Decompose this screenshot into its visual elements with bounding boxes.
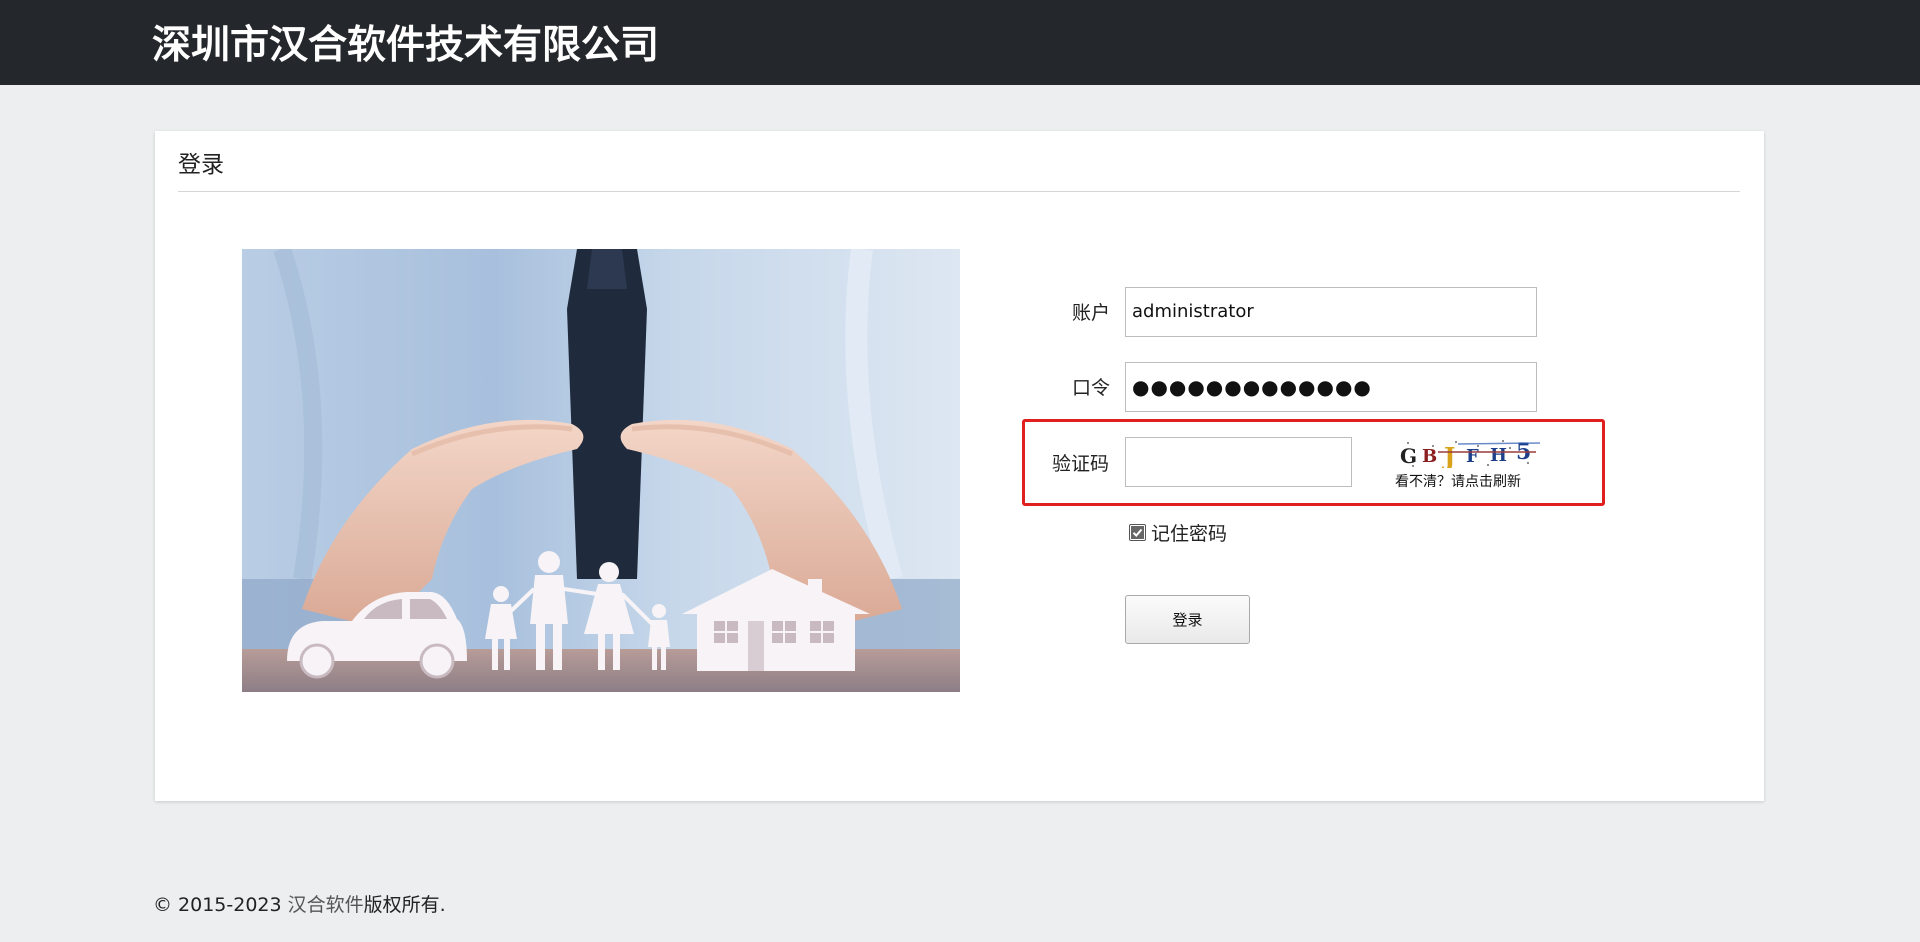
svg-text:J: J bbox=[1442, 442, 1455, 468]
svg-text:B: B bbox=[1422, 446, 1437, 467]
brand-link[interactable]: 汉合软件 bbox=[288, 894, 364, 916]
login-panel-title: 登录 bbox=[178, 152, 224, 178]
account-input[interactable]: administrator bbox=[1125, 287, 1537, 337]
captcha-refresh-link[interactable]: 看不清？请点击刷新 bbox=[1395, 471, 1521, 491]
svg-text:H: H bbox=[1490, 445, 1507, 466]
family-house-car-illustration bbox=[242, 249, 960, 692]
top-header-bar: 深圳市汉合软件技术有限公司 bbox=[0, 0, 1920, 85]
password-input[interactable]: ●●●●●●●●●●●●● bbox=[1125, 362, 1537, 412]
company-name: 深圳市汉合软件技术有限公司 bbox=[152, 23, 660, 68]
checkbox-check-icon[interactable] bbox=[1129, 524, 1146, 541]
remember-password[interactable]: 记住密码 bbox=[1129, 519, 1227, 546]
captcha-input[interactable] bbox=[1125, 437, 1352, 487]
copyright-prefix: © 2015-2023 bbox=[153, 894, 288, 916]
login-button[interactable]: 登录 bbox=[1125, 595, 1250, 644]
captcha-image[interactable]: G B J F H 5 bbox=[1398, 438, 1541, 471]
svg-text:G: G bbox=[1400, 444, 1417, 468]
panel-divider bbox=[178, 191, 1740, 192]
footer: © 2015-2023 汉合软件版权所有. bbox=[153, 890, 446, 917]
copyright-suffix: 版权所有. bbox=[363, 894, 446, 916]
account-label: 账户 bbox=[1072, 302, 1111, 324]
svg-text:F: F bbox=[1466, 446, 1479, 467]
captcha-label: 验证码 bbox=[1052, 453, 1110, 475]
password-label: 口令 bbox=[1072, 377, 1111, 399]
remember-password-label: 记住密码 bbox=[1151, 523, 1228, 545]
